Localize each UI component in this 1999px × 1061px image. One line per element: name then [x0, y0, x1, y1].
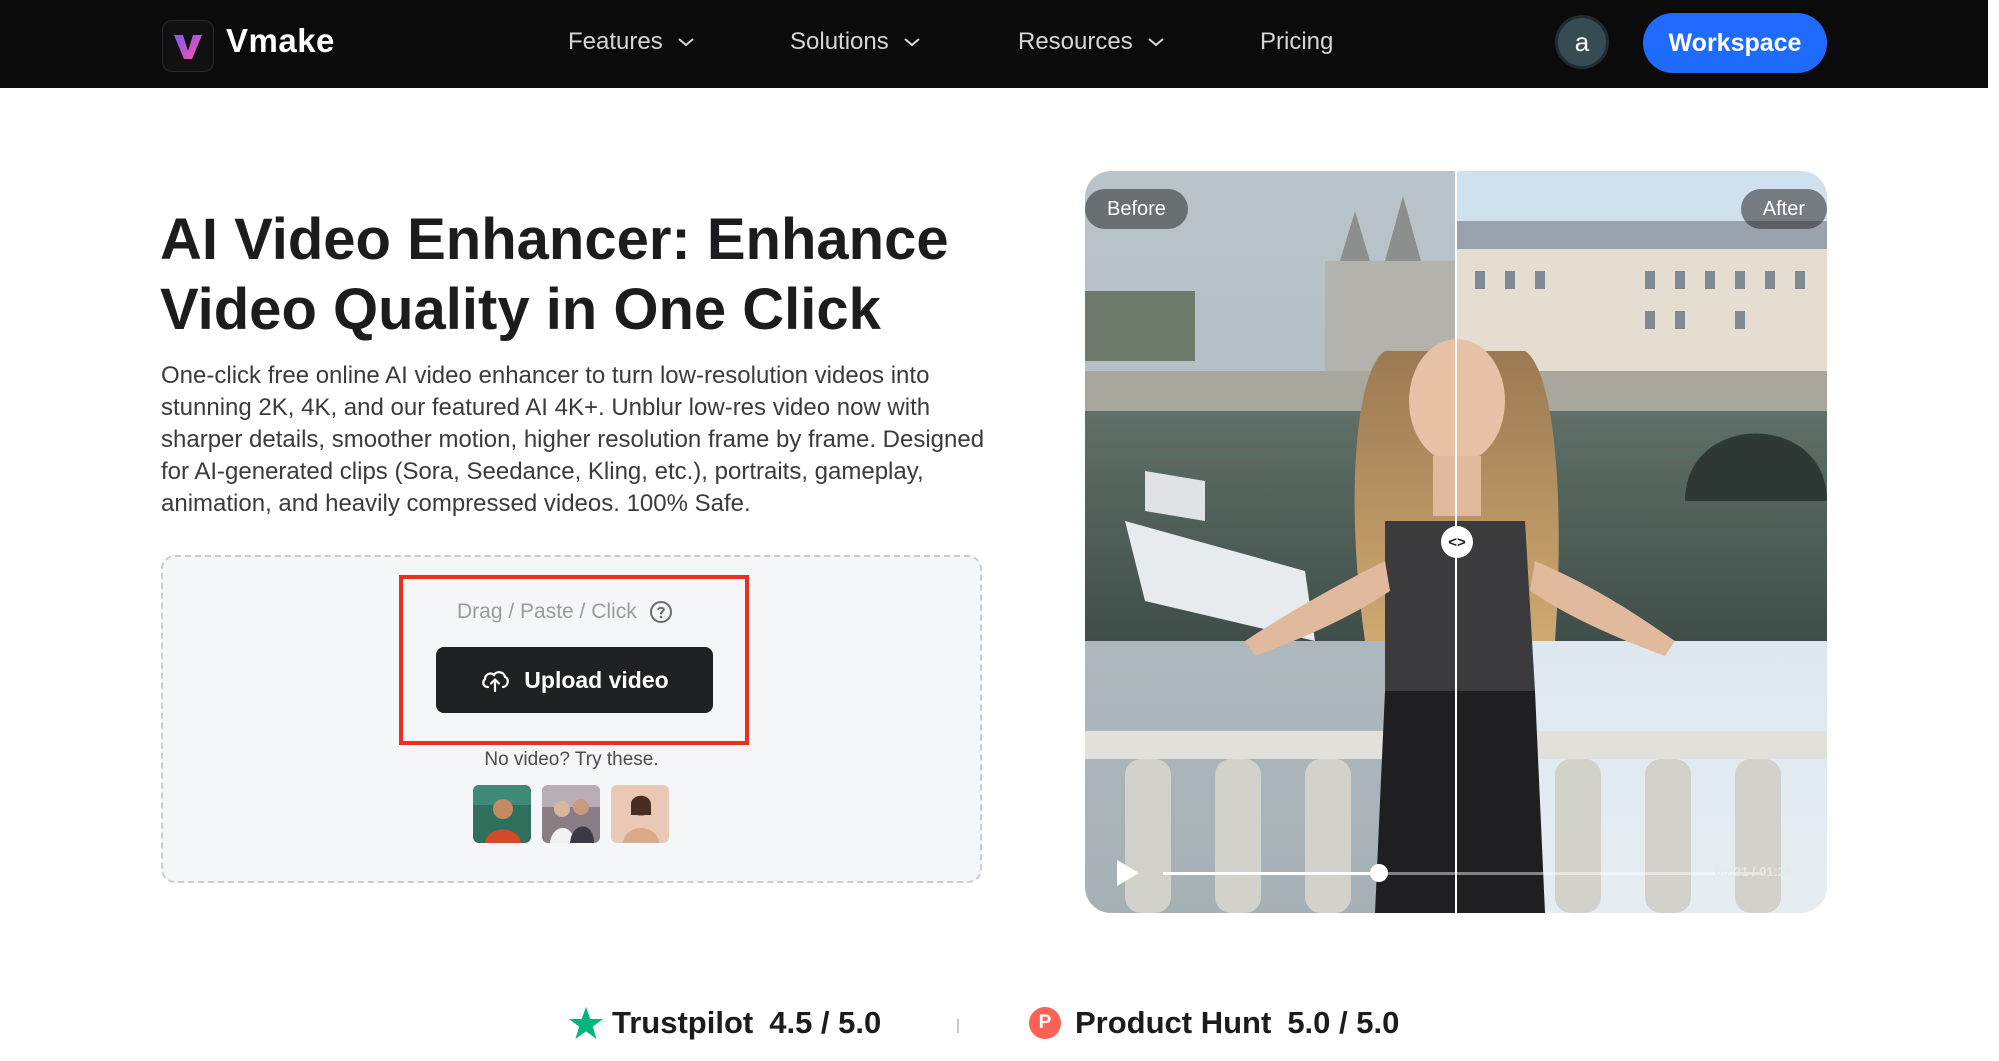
- upload-highlight-box: [399, 575, 749, 745]
- trustpilot-name: Trustpilot: [612, 1005, 754, 1040]
- nav-features[interactable]: Features: [568, 28, 695, 56]
- before-label: Before: [1085, 189, 1188, 229]
- play-icon[interactable]: [1115, 858, 1141, 888]
- brand-name[interactable]: Vmake: [226, 22, 335, 60]
- trustpilot-score: 4.5 / 5.0: [769, 1005, 882, 1040]
- chevron-down-icon: [678, 38, 694, 47]
- video-progress-knob[interactable]: [1370, 864, 1388, 882]
- no-video-text: No video? Try these.: [484, 749, 659, 770]
- rating-divider: [957, 1019, 959, 1033]
- compare-slider-handle-icon[interactable]: <>: [1441, 526, 1473, 558]
- workspace-button[interactable]: Workspace: [1643, 13, 1827, 73]
- star-icon: [569, 1007, 603, 1039]
- product-hunt-name: Product Hunt: [1075, 1005, 1272, 1040]
- top-nav-bar: Vmake Features Solutions Resources Prici…: [0, 0, 1988, 88]
- chevron-down-icon: [1148, 38, 1164, 47]
- sample-video-thumbnail[interactable]: [473, 785, 531, 843]
- product-hunt-score: 5.0 / 5.0: [1287, 1005, 1400, 1040]
- trustpilot-rating[interactable]: Trustpilot 4.5 / 5.0: [568, 1005, 881, 1041]
- nav-features-label: Features: [568, 28, 663, 55]
- after-label: After: [1740, 189, 1827, 229]
- before-after-video-preview[interactable]: Before After <> 00:21 / 01:26: [1085, 171, 1827, 913]
- nav-resources-label: Resources: [1018, 28, 1133, 55]
- hero-description: One-click free online AI video enhancer …: [161, 362, 985, 517]
- video-progress-bar[interactable]: [1163, 864, 1763, 882]
- user-avatar[interactable]: a: [1555, 15, 1609, 69]
- product-hunt-rating[interactable]: P Product Hunt 5.0 / 5.0: [1029, 1005, 1399, 1041]
- sample-video-thumbnail[interactable]: [611, 785, 669, 843]
- nav-pricing[interactable]: Pricing: [1260, 28, 1333, 56]
- page-title: AI Video Enhancer: Enhance Video Quality…: [160, 207, 949, 342]
- nav-pricing-label: Pricing: [1260, 28, 1334, 55]
- sample-video-thumbnail[interactable]: [542, 785, 600, 843]
- video-time: 00:21 / 01:26: [1715, 864, 1793, 879]
- nav-resources[interactable]: Resources: [1018, 28, 1165, 56]
- vmake-logo-icon[interactable]: [162, 20, 214, 72]
- video-progress-fill: [1163, 872, 1379, 875]
- nav-solutions-label: Solutions: [790, 28, 889, 55]
- chevron-down-icon: [904, 38, 920, 47]
- nav-solutions[interactable]: Solutions: [790, 28, 921, 56]
- product-hunt-icon: P: [1029, 1007, 1061, 1039]
